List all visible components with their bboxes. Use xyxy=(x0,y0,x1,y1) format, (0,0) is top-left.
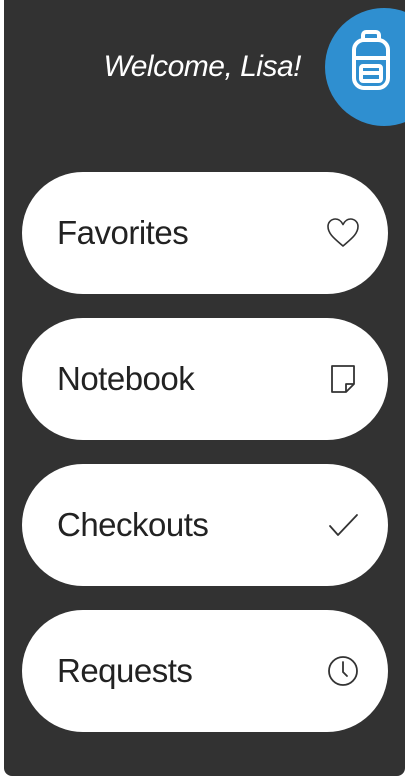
menu-item-notebook[interactable]: Notebook xyxy=(22,318,388,440)
backpack-icon xyxy=(352,30,390,90)
checkmark-icon xyxy=(326,508,360,542)
menu-item-requests[interactable]: Requests xyxy=(22,610,388,732)
clock-icon xyxy=(326,654,360,688)
menu-item-label: Requests xyxy=(57,652,193,689)
menu-item-label: Notebook xyxy=(57,360,195,397)
menu-list: Favorites Notebook Checkouts Requests xyxy=(22,172,388,756)
heart-icon xyxy=(326,216,360,250)
avatar-button[interactable] xyxy=(325,8,405,126)
header: Welcome, Lisa! xyxy=(4,0,405,148)
welcome-message: Welcome, Lisa! xyxy=(103,50,301,83)
note-icon xyxy=(326,362,360,396)
menu-item-favorites[interactable]: Favorites xyxy=(22,172,388,294)
menu-item-checkouts[interactable]: Checkouts xyxy=(22,464,388,586)
account-menu-panel: Welcome, Lisa! Favorites Notebook Checko… xyxy=(4,0,405,776)
menu-item-label: Checkouts xyxy=(57,506,209,543)
menu-item-label: Favorites xyxy=(57,214,189,251)
